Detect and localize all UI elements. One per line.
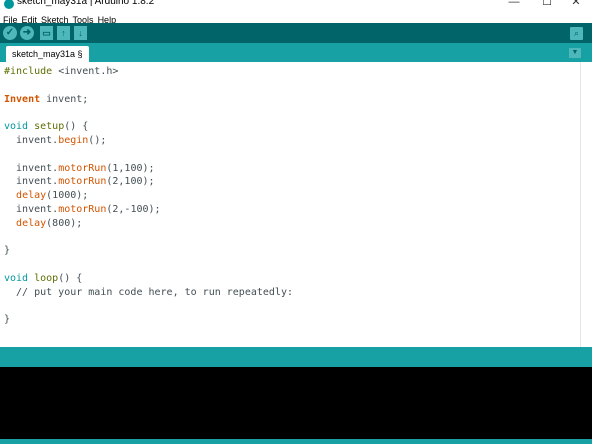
code-token: void: [4, 273, 29, 284]
menu-bar: File Edit Sketch Tools Help: [0, 10, 592, 25]
minimize-button[interactable]: —: [500, 0, 528, 8]
code-token: (2,100);: [106, 176, 155, 188]
code-token: invent.: [4, 162, 59, 174]
code-line: void setup() {: [4, 120, 88, 134]
code-token: (1000);: [46, 190, 89, 202]
code-line: invent.motorRun(1,100);: [4, 162, 155, 176]
code-token: invent.: [4, 204, 59, 215]
code-line: Invent invent;: [4, 93, 88, 107]
maximize-button[interactable]: ☐: [533, 0, 561, 8]
code-token: Invent: [4, 93, 41, 105]
tab-bar: sketch_may31a § ▼: [0, 43, 592, 62]
arduino-logo-icon: [4, 0, 14, 9]
code-token: #include: [4, 66, 59, 77]
code-token: begin: [58, 135, 89, 146]
code-token: () {: [64, 121, 89, 133]
code-editor[interactable]: #include <invent.h> Invent invent; void se…: [0, 62, 580, 347]
upload-button[interactable]: ➜: [20, 26, 34, 40]
new-sketch-button[interactable]: ▭: [40, 26, 53, 40]
open-sketch-button[interactable]: ↑: [57, 26, 70, 40]
code-line: void loop() {: [4, 272, 82, 286]
verify-button[interactable]: ✓: [3, 26, 17, 40]
tab-sketch[interactable]: sketch_may31a §: [6, 46, 89, 62]
code-token: motorRun: [58, 162, 107, 174]
serial-monitor-button[interactable]: ⌕: [570, 27, 583, 40]
code-token: delay: [16, 217, 47, 229]
code-line: invent.begin();: [4, 134, 106, 148]
code-token: invent.: [4, 176, 59, 188]
window-title: sketch_may31a | Arduino 1.8.2: [17, 0, 155, 7]
code-token: delay: [16, 190, 47, 202]
code-token: }: [4, 314, 11, 326]
code-token: (1,100);: [106, 162, 155, 174]
arrow-down-icon: ↓: [78, 28, 83, 38]
toolbar: ✓ ➜ ▭ ↑ ↓ ⌕: [0, 23, 592, 43]
code-token: }: [4, 245, 11, 257]
code-token: (2,-100);: [106, 204, 161, 215]
editor-scrollbar[interactable]: [580, 62, 592, 347]
code-line: }: [4, 244, 10, 258]
code-token: motorRun: [58, 204, 107, 215]
code-token: motorRun: [58, 176, 107, 188]
board-info-bar: [0, 439, 592, 444]
code-line: delay(800);: [4, 217, 82, 231]
console-output: [0, 367, 592, 439]
magnifier-icon: ⌕: [573, 28, 580, 38]
chevron-down-icon: ▼: [571, 49, 579, 56]
close-button[interactable]: ✕: [562, 0, 590, 8]
code-line: invent.motorRun(2,100);: [4, 175, 155, 189]
tab-menu-button[interactable]: ▼: [569, 48, 581, 58]
title-bar: sketch_may31a | Arduino 1.8.2 — ☐ ✕: [0, 0, 592, 10]
code-token: () {: [58, 273, 83, 284]
code-line: delay(1000);: [4, 189, 88, 203]
code-token: (800);: [46, 217, 83, 229]
code-token: // put your main code here, to run repea…: [4, 286, 293, 298]
code-line: #include <invent.h>: [4, 65, 118, 79]
arrow-right-icon: ➜: [22, 27, 32, 38]
new-file-icon: ▭: [42, 28, 51, 38]
arrow-up-icon: ↑: [61, 28, 66, 38]
code-token: invent.: [4, 135, 59, 146]
code-token: void: [4, 121, 29, 133]
code-token: ();: [88, 135, 107, 146]
code-token: invent;: [40, 93, 89, 105]
code-token: setup: [34, 121, 65, 133]
code-line: }: [4, 313, 10, 327]
checkmark-icon: ✓: [5, 27, 15, 38]
save-sketch-button[interactable]: ↓: [74, 26, 87, 40]
code-token: <invent.h>: [58, 66, 119, 77]
code-token: loop: [34, 273, 59, 284]
code-line: invent.motorRun(2,-100);: [4, 203, 161, 217]
status-bar: [0, 347, 592, 367]
code-line: // put your main code here, to run repea…: [4, 286, 293, 300]
